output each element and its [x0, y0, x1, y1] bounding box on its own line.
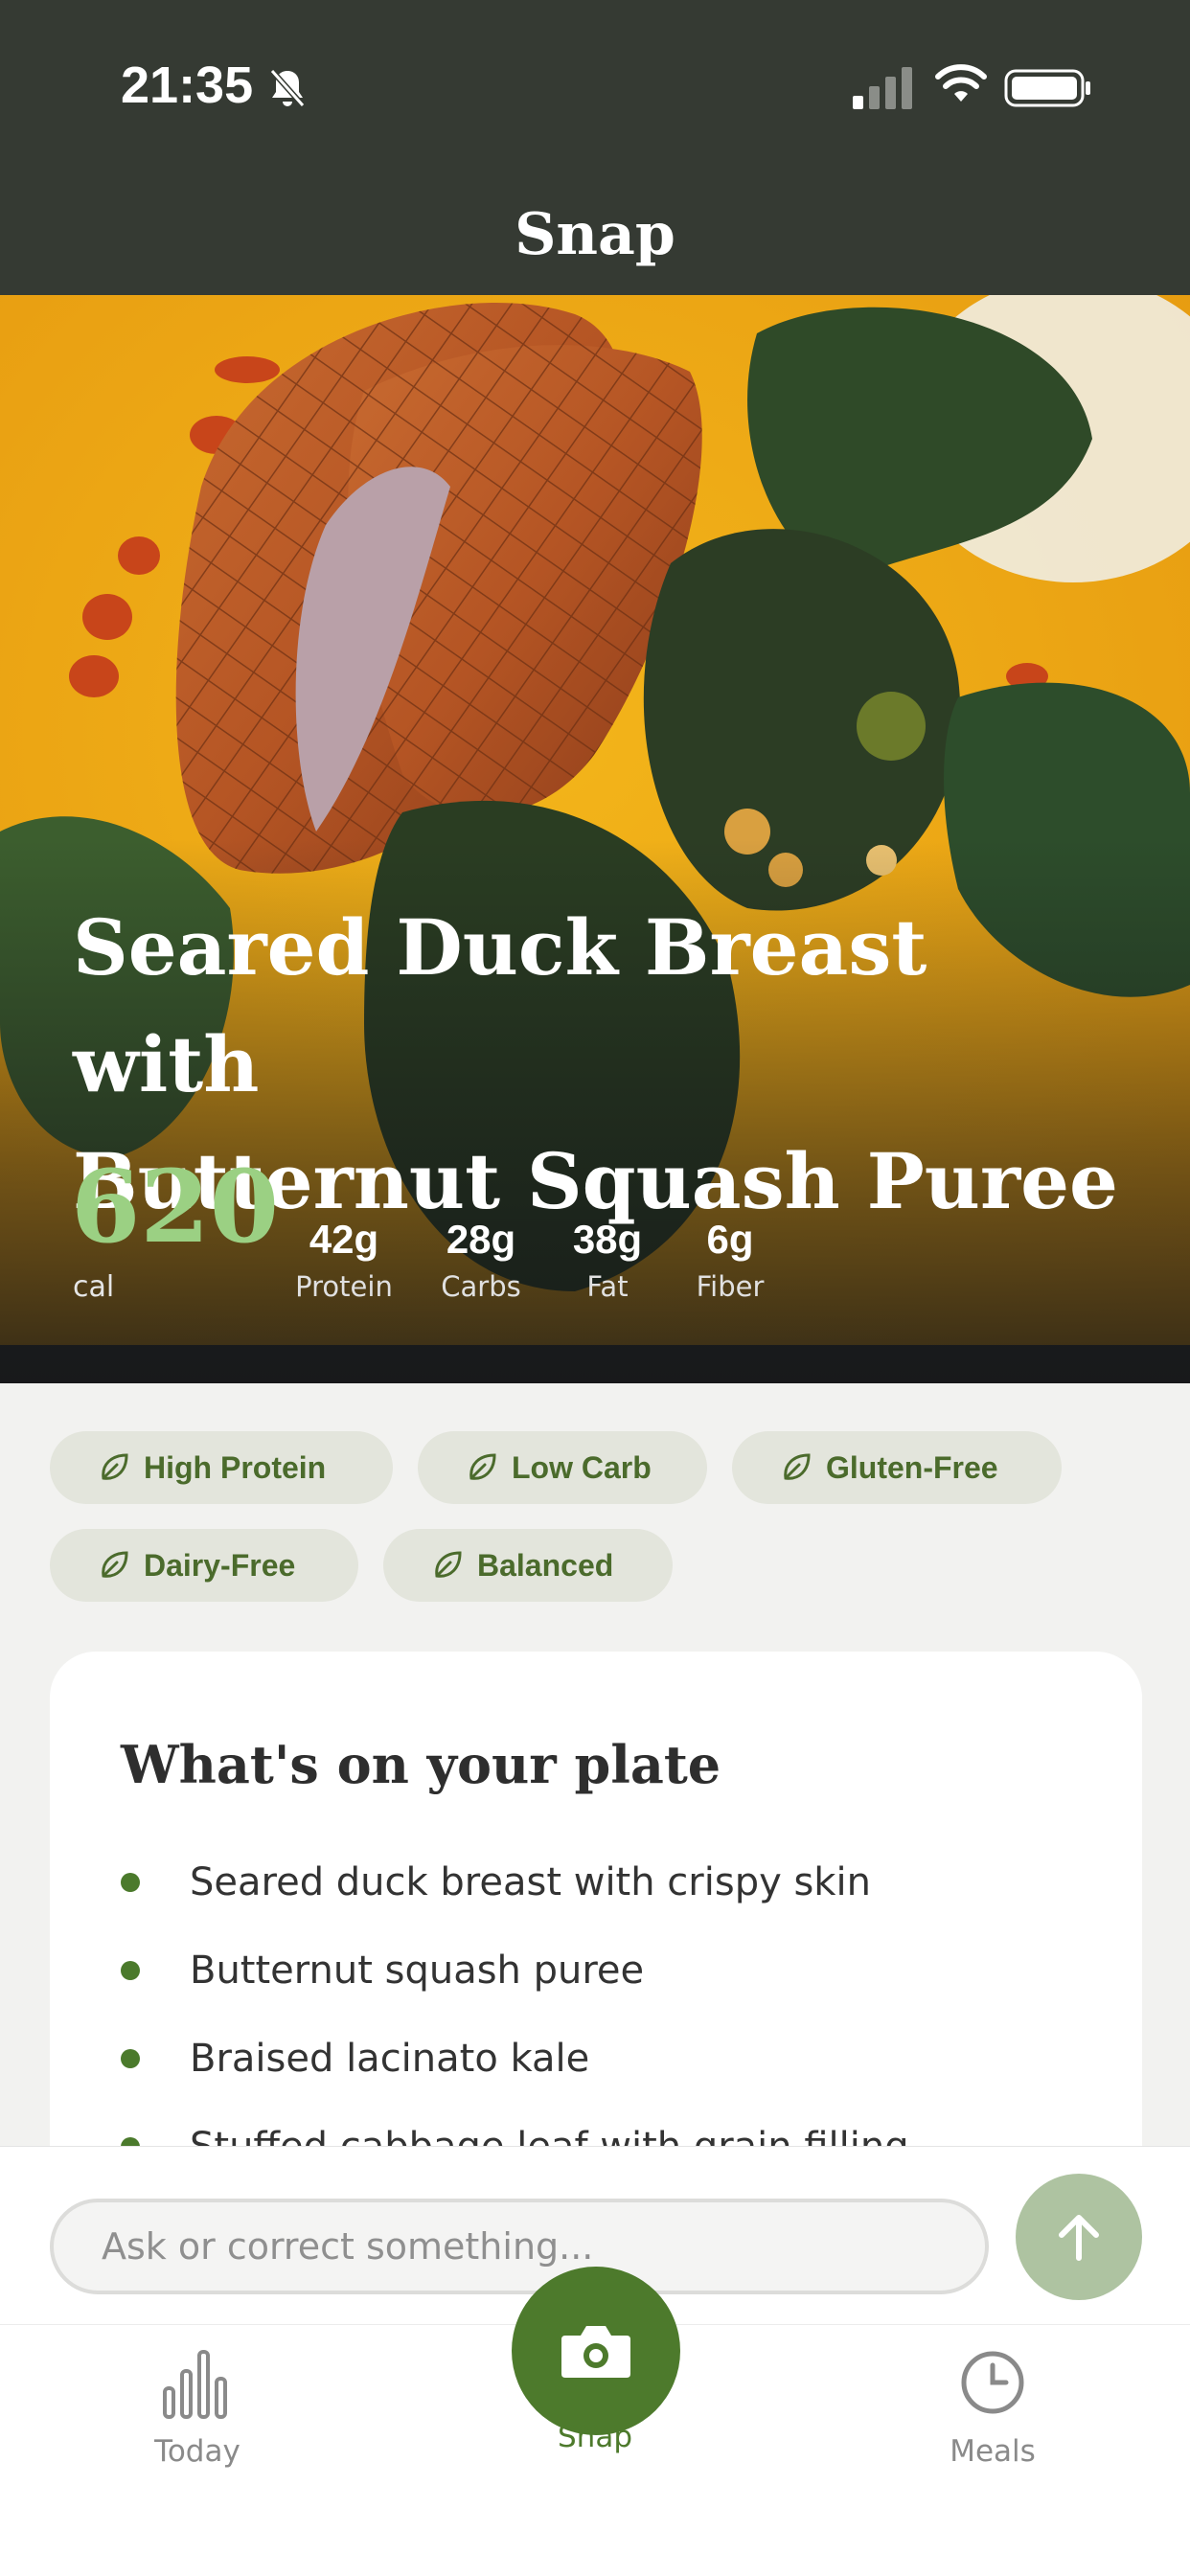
list-item: Braised lacinato kale [121, 2037, 589, 2081]
status-time: 21:35 [121, 57, 254, 114]
wifi-icon [935, 64, 987, 102]
tag-high-protein[interactable]: High Protein [50, 1431, 393, 1504]
battery-icon [1004, 69, 1090, 107]
page-title: Snap [515, 201, 675, 268]
leaf-icon [102, 1551, 128, 1578]
send-button[interactable] [1016, 2174, 1142, 2300]
tag-label: Dairy-Free [144, 1547, 296, 1583]
meal-photo: Seared Duck Breast with Butternut Squash… [0, 295, 1190, 1383]
snap-camera-button[interactable] [512, 2267, 680, 2435]
macro-label: Protein [295, 1270, 393, 1303]
leaf-icon [102, 1453, 128, 1480]
tag-label: Low Carb [512, 1449, 652, 1485]
macro-label: Carbs [441, 1270, 521, 1303]
macro-protein: 42g Protein [287, 1217, 400, 1303]
bar-chart-icon [163, 2350, 227, 2419]
dish-title-line-1: Seared Duck Breast with [73, 902, 927, 1109]
calorie-count: 620 [71, 1148, 280, 1265]
list-item-text: Butternut squash puree [190, 1949, 645, 1993]
leaf-icon [469, 1453, 496, 1480]
tag-gluten-free[interactable]: Gluten-Free [732, 1431, 1062, 1504]
tag-balanced[interactable]: Balanced [383, 1529, 673, 1602]
macro-value: 38g [572, 1217, 643, 1262]
leaf-icon [435, 1551, 462, 1578]
ask-input[interactable]: Ask or correct something... [50, 2199, 989, 2294]
top-bar: 21:35 Snap [0, 0, 1190, 295]
tab-meals[interactable]: Meals [929, 2344, 1056, 2469]
list-item-text: Seared duck breast with crispy skin [190, 1860, 871, 1904]
arrow-up-icon [1059, 2215, 1099, 2261]
leaf-icon [784, 1453, 811, 1480]
tab-today[interactable]: Today [134, 2344, 261, 2469]
tab-snap-label[interactable]: Snap [499, 2420, 691, 2454]
calorie-label: cal [73, 1270, 115, 1304]
macro-label: Fat [586, 1270, 629, 1303]
tab-label: Today [154, 2434, 240, 2469]
bell-muted-icon [269, 69, 306, 107]
tab-label: Meals [950, 2434, 1036, 2469]
bullet-icon [121, 2049, 140, 2068]
signal-icon [853, 67, 912, 109]
tag-label: Gluten-Free [826, 1449, 998, 1485]
macro-fat: 38g Fat [560, 1217, 655, 1303]
macro-value: 28g [446, 1217, 516, 1262]
bullet-icon [121, 1873, 140, 1892]
macro-carbs: 28g Carbs [429, 1217, 533, 1303]
tag-label: High Protein [144, 1449, 327, 1485]
tag-label: Balanced [477, 1547, 614, 1583]
camera-icon [561, 2326, 630, 2378]
tag-low-carb[interactable]: Low Carb [418, 1431, 707, 1504]
clock-icon [961, 2351, 1024, 2414]
list-item: Butternut squash puree [121, 1949, 644, 1993]
tag-dairy-free[interactable]: Dairy-Free [50, 1529, 358, 1602]
macro-value: 42g [309, 1217, 379, 1262]
list-item: Seared duck breast with crispy skin [121, 1860, 871, 1904]
macro-label: Fiber [696, 1270, 765, 1303]
list-item-text: Braised lacinato kale [190, 2037, 590, 2081]
plate-card-title: What's on your plate [121, 1734, 721, 1795]
bullet-icon [121, 1961, 140, 1980]
macro-value: 6g [706, 1217, 754, 1262]
macro-fiber: 6g Fiber [682, 1217, 778, 1303]
